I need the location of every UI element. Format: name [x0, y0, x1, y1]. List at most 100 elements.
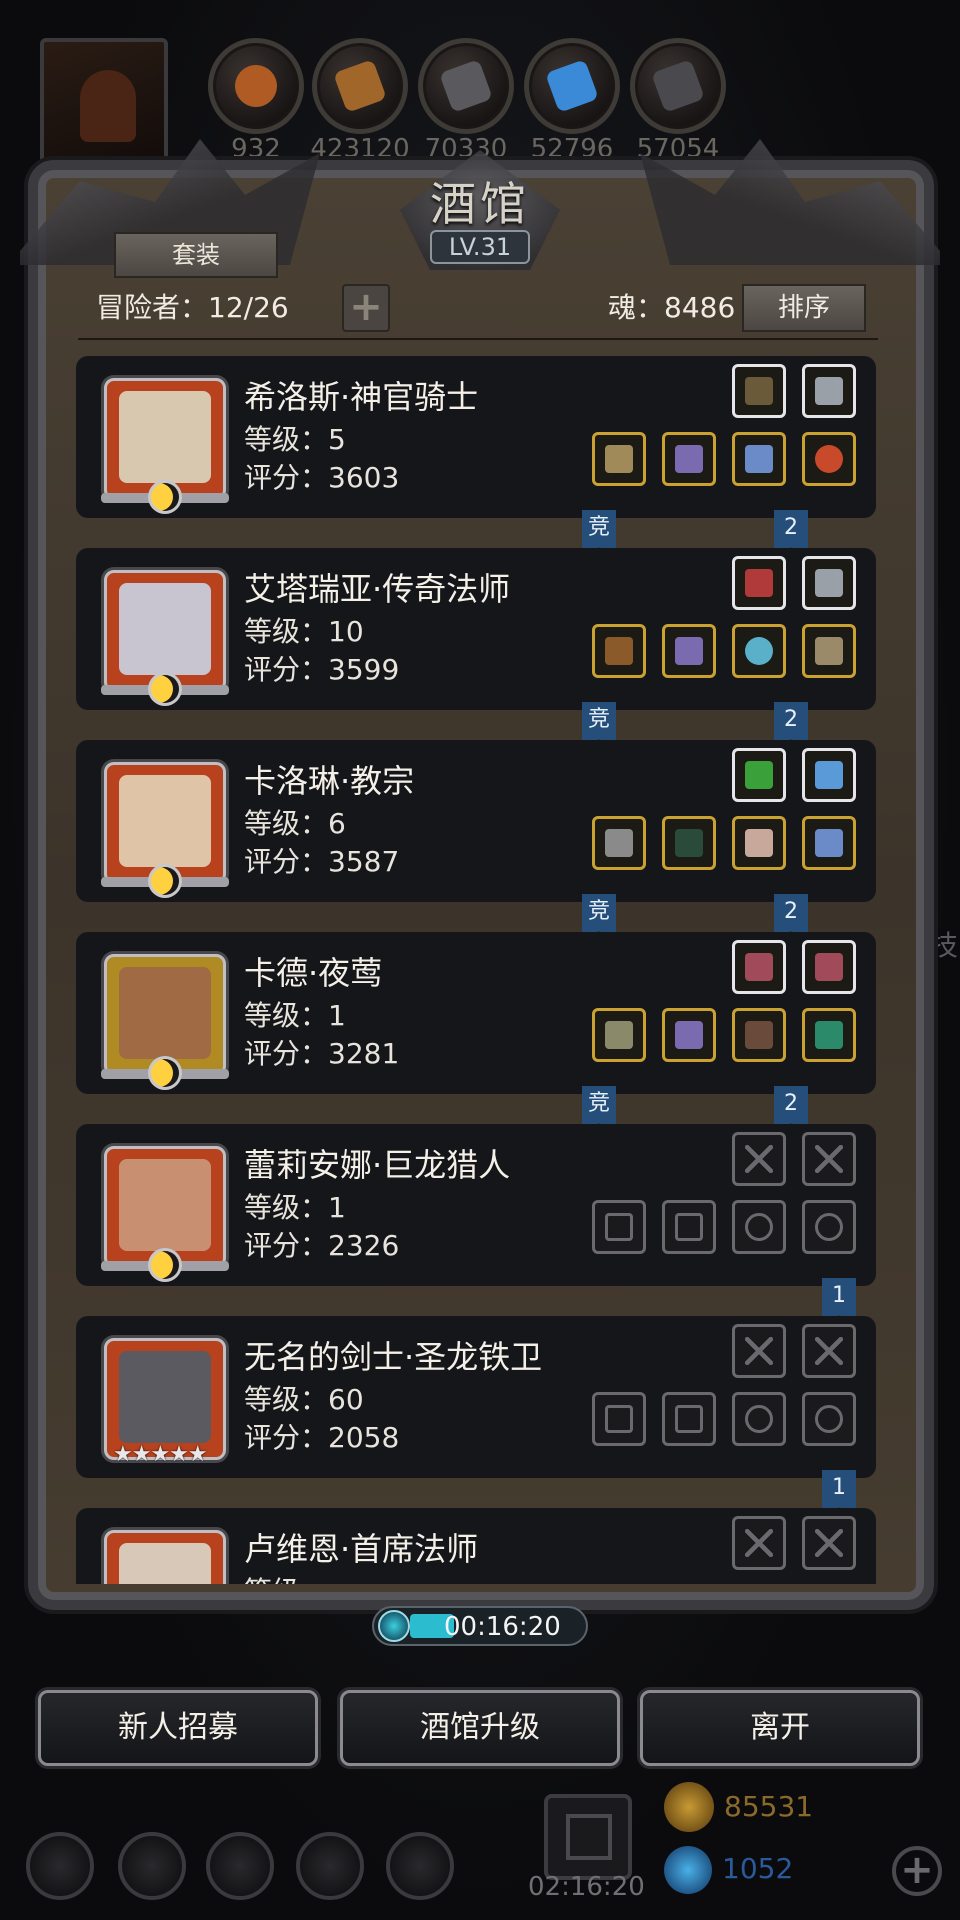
equip-slot[interactable]: [592, 1008, 646, 1062]
skill-slot[interactable]: [802, 748, 856, 802]
robe-icon: [675, 829, 703, 857]
empty-slot-icon: [815, 1337, 843, 1365]
equip-slot[interactable]: [732, 624, 786, 678]
hero-level: 等级：1: [244, 1191, 346, 1224]
skill-slot[interactable]: [802, 940, 856, 994]
empty-skill-slot[interactable]: [802, 1132, 856, 1186]
upgrade-tavern-button[interactable]: 酒馆升级: [340, 1690, 620, 1766]
equip-slot[interactable]: [662, 432, 716, 486]
hero-portrait[interactable]: [101, 1146, 229, 1279]
ring-outline-icon: [815, 1405, 843, 1433]
food-icon[interactable]: [208, 38, 304, 134]
hero-portrait[interactable]: [101, 762, 229, 895]
equip-slot[interactable]: [802, 624, 856, 678]
equip-slot[interactable]: [662, 816, 716, 870]
equip-slot[interactable]: [802, 816, 856, 870]
empty-slot-icon: [745, 1337, 773, 1365]
empty-weapon-slot[interactable]: [592, 1392, 646, 1446]
staff-icon: [605, 637, 633, 665]
amulet-icon: [815, 829, 843, 857]
player-avatar[interactable]: [40, 38, 168, 166]
equip-slot[interactable]: [662, 624, 716, 678]
wood-icon[interactable]: [312, 38, 408, 134]
armor-icon: [675, 445, 703, 473]
mail-icon[interactable]: [296, 1832, 364, 1900]
settings-icon[interactable]: [26, 1832, 94, 1900]
skill-slot[interactable]: [732, 940, 786, 994]
set-button[interactable]: 套装: [114, 232, 278, 278]
skill-slot[interactable]: [802, 556, 856, 610]
empty-skill-slot[interactable]: [732, 1324, 786, 1378]
ring-outline-icon: [745, 1405, 773, 1433]
crystal-icon[interactable]: [524, 38, 620, 134]
gold-value: 85531: [724, 1790, 814, 1823]
empty-skill-slot[interactable]: [732, 1516, 786, 1570]
iron-icon[interactable]: [630, 38, 726, 134]
clock-icon: [378, 1610, 410, 1642]
equip-slot[interactable]: [592, 816, 646, 870]
empty-armor-slot[interactable]: [662, 1200, 716, 1254]
empty-slot-icon: [745, 1145, 773, 1173]
empty-skill-slot[interactable]: [732, 1132, 786, 1186]
equip-slot[interactable]: [592, 432, 646, 486]
empty-skill-slot[interactable]: [802, 1516, 856, 1570]
equip-slot[interactable]: [732, 1008, 786, 1062]
leave-button[interactable]: 离开: [640, 1690, 920, 1766]
equip-slot[interactable]: [802, 1008, 856, 1062]
horn-icon: [745, 953, 773, 981]
sort-button[interactable]: 排序: [742, 284, 866, 332]
skill-slot[interactable]: [732, 748, 786, 802]
gem-icon: [815, 1021, 843, 1049]
add-slot-button[interactable]: +: [342, 284, 390, 332]
empty-ring-slot[interactable]: [802, 1200, 856, 1254]
hero-face: [119, 1543, 211, 1584]
hero-score: 评分：3599: [244, 653, 400, 686]
empty-ring-slot[interactable]: [732, 1200, 786, 1254]
gold-icon: [664, 1782, 714, 1832]
glove-icon: [745, 829, 773, 857]
hero-card[interactable]: 艾塔瑞亚·传奇法师 等级：10 评分：3599: [76, 548, 876, 710]
hero-portrait[interactable]: [101, 954, 229, 1087]
hero-level: 等级：6: [244, 807, 346, 840]
hero-card[interactable]: 蕾莉安娜·巨龙猎人 等级：1 评分：2326: [76, 1124, 876, 1286]
skill-slot[interactable]: [732, 556, 786, 610]
skill-slot[interactable]: [732, 364, 786, 418]
hero-score: 评分：3603: [244, 461, 400, 494]
gift-box[interactable]: [544, 1794, 632, 1880]
orb-icon: [745, 637, 773, 665]
hero-portrait[interactable]: [101, 378, 229, 511]
equip-slot[interactable]: [662, 1008, 716, 1062]
equip-slot[interactable]: [732, 432, 786, 486]
empty-ring-slot[interactable]: [732, 1392, 786, 1446]
hero-portrait[interactable]: [104, 1530, 226, 1584]
stone-icon[interactable]: [418, 38, 514, 134]
empty-ring-slot[interactable]: [802, 1392, 856, 1446]
add-currency-button[interactable]: +: [892, 1846, 942, 1896]
equip-slot[interactable]: [802, 432, 856, 486]
hero-card[interactable]: 卡德·夜莺 等级：1 评分：3281: [76, 932, 876, 1094]
gift-timer: 02:16:20: [528, 1872, 645, 1902]
equip-slot[interactable]: [592, 624, 646, 678]
cloak-icon: [745, 1021, 773, 1049]
shop-icon[interactable]: [386, 1832, 454, 1900]
hero-portrait[interactable]: [101, 570, 229, 703]
hero-score: 评分：2326: [244, 1229, 400, 1262]
hero-card[interactable]: 希洛斯·神官骑士 等级：5 评分：3603: [76, 356, 876, 518]
hero-card[interactable]: 卢维恩·首席法师 等级: [76, 1508, 876, 1584]
guild-icon[interactable]: [206, 1832, 274, 1900]
hero-score: 评分：3587: [244, 845, 400, 878]
empty-weapon-slot[interactable]: [592, 1200, 646, 1254]
empty-skill-slot[interactable]: [802, 1324, 856, 1378]
empty-armor-slot[interactable]: [662, 1392, 716, 1446]
hero-card[interactable]: ★★★★★ 无名的剑士·圣龙铁卫 等级：60 评分：2058: [76, 1316, 876, 1478]
recruit-button[interactable]: 新人招募: [38, 1690, 318, 1766]
hero-face: [119, 1159, 211, 1251]
hero-card[interactable]: 卡洛琳·教宗 等级：6 评分：3587: [76, 740, 876, 902]
skill-slot[interactable]: [802, 364, 856, 418]
achievement-icon[interactable]: [118, 1832, 186, 1900]
ring-outline-icon: [745, 1213, 773, 1241]
recruit-timer: 00:16:20: [372, 1606, 588, 1646]
equip-slot[interactable]: [732, 816, 786, 870]
hero-list[interactable]: 希洛斯·神官骑士 等级：5 评分：3603 竞 2 艾塔瑞亚·传奇法师 等级：1…: [76, 350, 886, 1584]
hero-portrait[interactable]: ★★★★★: [104, 1338, 226, 1467]
